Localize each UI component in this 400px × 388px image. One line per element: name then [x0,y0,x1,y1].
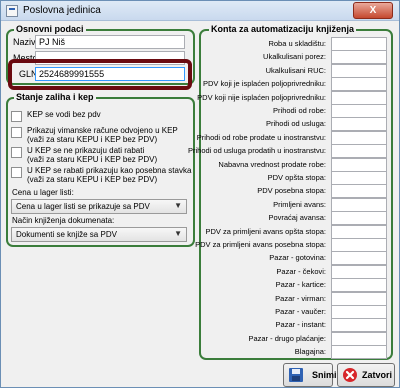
close-button[interactable]: Zatvori [337,363,395,387]
account-field[interactable] [331,37,387,51]
checkbox-box[interactable] [11,147,22,158]
title-bar[interactable]: Poslovna jedinica X [1,1,399,21]
checkbox-label: KEP se vodi bez pdv [27,110,101,119]
account-label: Prihodi od usluga: [265,119,326,128]
account-field[interactable] [331,184,387,198]
account-field[interactable] [331,318,387,332]
account-field[interactable] [331,104,387,118]
account-field[interactable] [331,198,387,212]
account-field[interactable] [331,117,387,131]
account-label: PDV koji je isplaćen poljoprivredniku: [203,79,326,88]
price-label: Cena u lager listi: [12,188,74,197]
account-label: PDV posebna stopa: [257,186,326,195]
account-label: Pazar - kartice: [275,280,326,289]
stock-kep-title: Stanje zaliha i kep [14,92,96,102]
dialog-window: Poslovna jedinica X Osnovni podaci Naziv… [0,0,400,388]
account-label: Blagajna: [294,347,326,356]
account-field[interactable] [331,171,387,185]
account-label: Ukalkulisani RUC: [265,66,326,75]
account-label: Prihodi od usluga prodatih u inostranstv… [187,146,326,155]
account-field[interactable] [331,158,387,172]
close-icon [343,368,357,382]
checkbox-box[interactable] [11,167,22,178]
account-field[interactable] [331,77,387,91]
account-label: Povraćaj avansa: [268,213,326,222]
account-label: Pazar - instant: [275,320,326,329]
save-icon [289,368,303,382]
account-field[interactable] [331,144,387,158]
window-title: Poslovna jedinica [23,5,101,16]
account-field[interactable] [331,91,387,105]
account-field[interactable] [331,292,387,306]
save-button[interactable]: Snimi [283,363,337,387]
account-label: Pazar - vaučer: [275,307,326,316]
account-label: Ukalkulisani porez: [263,52,326,61]
account-label: Primljeni avans: [273,200,326,209]
account-field[interactable] [331,238,387,252]
account-label: PDV za primljeni avans posebna stopa: [195,240,326,249]
checkbox-box[interactable] [11,111,22,122]
window-close-button[interactable]: X [353,2,393,19]
save-button-label: Snimi [312,370,337,380]
account-label: Pazar - gotovina: [269,253,326,262]
account-label: Pazar - virman: [275,294,326,303]
accounts-title: Konta za automatizaciju knjiženja [209,24,357,34]
checkbox-box[interactable] [11,127,22,138]
account-label: PDV koji nije isplaćen poljoprivredniku: [197,93,326,102]
posting-label: Način knjiženja dokumenata: [12,216,115,225]
account-label: Pazar - drugo plaćanje: [248,334,326,343]
account-field[interactable] [331,131,387,145]
account-field[interactable] [331,345,387,359]
account-field[interactable] [331,225,387,239]
account-label: Roba u skladištu: [268,39,326,48]
account-field[interactable] [331,332,387,346]
account-field[interactable] [331,305,387,319]
close-button-label: Zatvori [362,370,393,380]
account-field[interactable] [331,278,387,292]
account-field[interactable] [331,211,387,225]
account-field[interactable] [331,50,387,64]
account-label: PDV za primljeni avans opšta stopa: [205,227,326,236]
account-label: PDV opšta stopa: [267,173,326,182]
account-label: Pazar - čekovi: [276,267,326,276]
app-icon [6,5,18,17]
account-field[interactable] [331,265,387,279]
account-field[interactable] [331,251,387,265]
account-label: Prihodi od robe: [273,106,326,115]
account-field[interactable] [331,64,387,78]
basic-data-title: Osnovni podaci [14,24,86,34]
account-label: Nabavna vrednost prodate robe: [218,160,326,169]
account-label: Prihodi od robe prodate u inostranstvu: [196,133,326,142]
kep-no-vat-checkbox[interactable]: KEP se vodi bez pdv [11,110,101,122]
